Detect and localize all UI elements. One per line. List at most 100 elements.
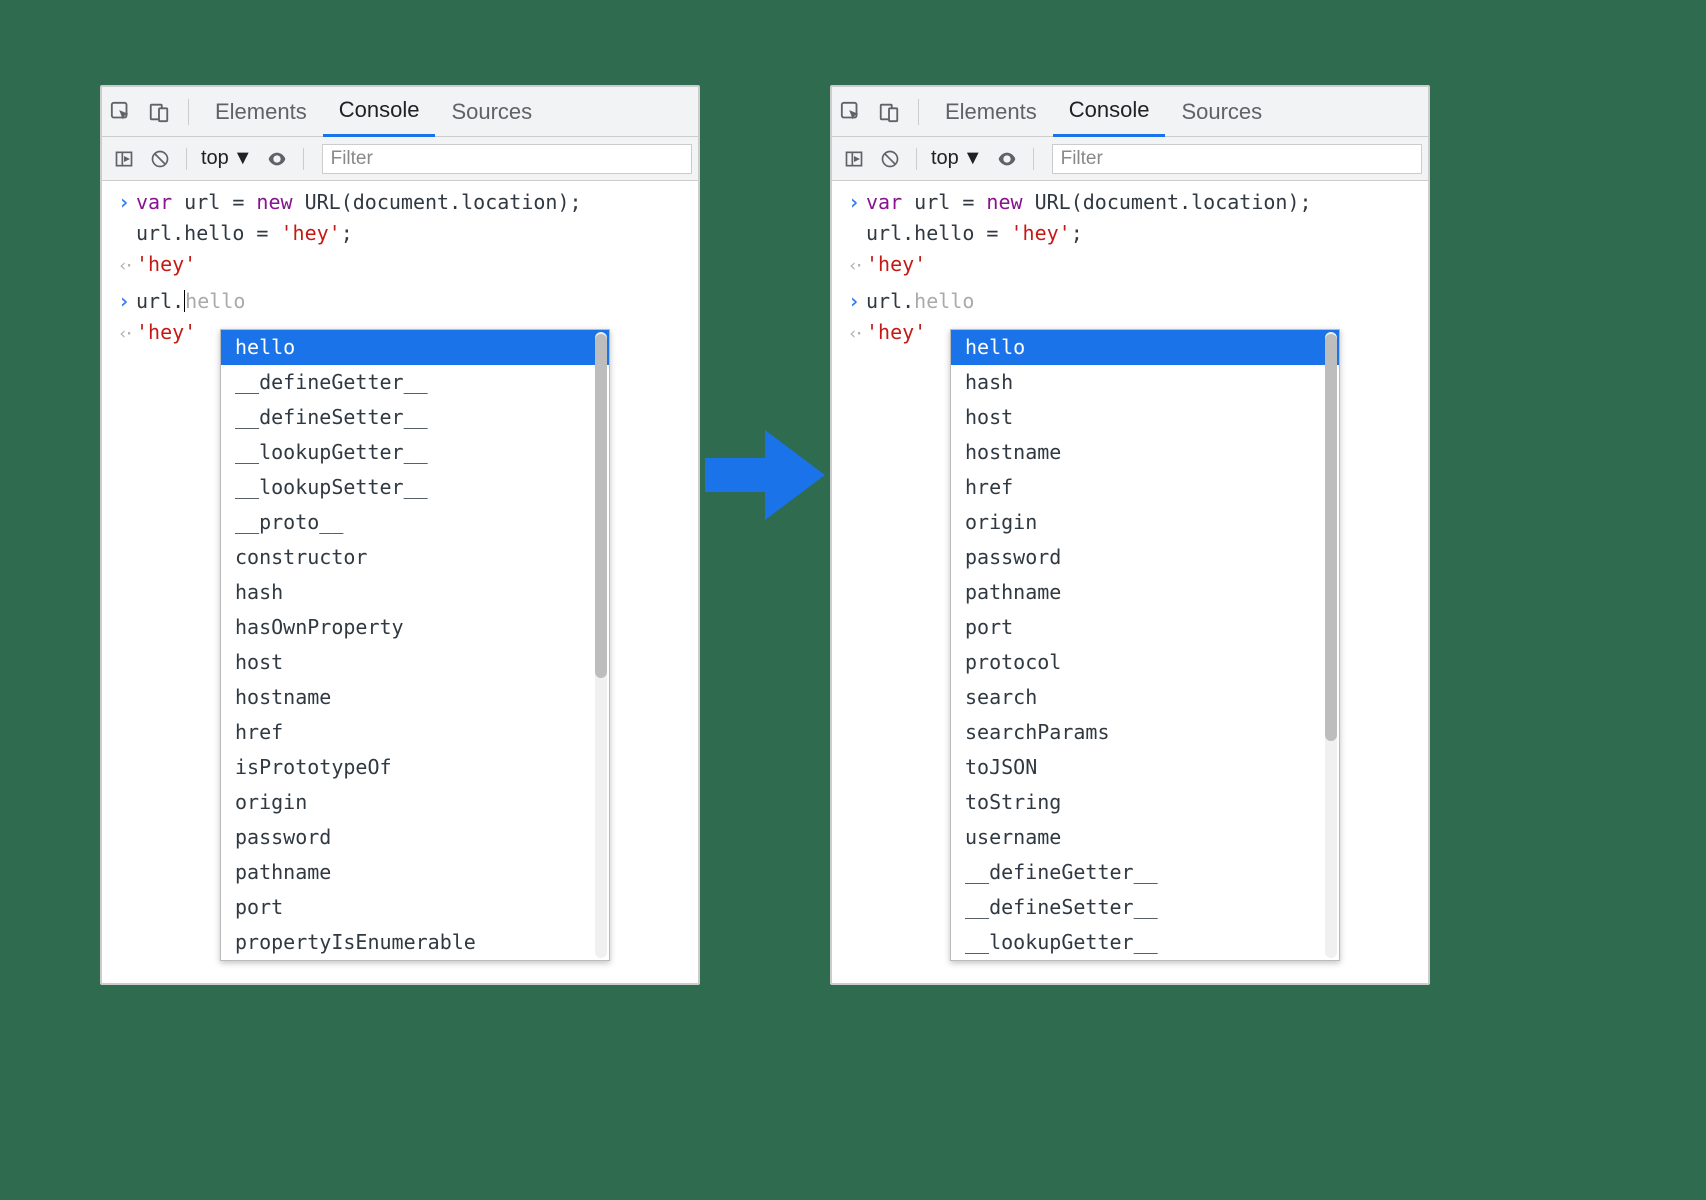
prompt-icon: [112, 286, 136, 317]
result-line: 'hey': [136, 317, 196, 348]
autocomplete-item[interactable]: port: [221, 890, 609, 925]
autocomplete-item[interactable]: hostname: [951, 435, 1339, 470]
devtools-window-left: Elements Console Sources top ▼ Filter: [100, 85, 700, 985]
autocomplete-item[interactable]: username: [951, 820, 1339, 855]
result-line: 'hey': [866, 249, 926, 280]
separator: [1033, 148, 1034, 170]
autocomplete-item[interactable]: href: [951, 470, 1339, 505]
autocomplete-item[interactable]: pathname: [951, 575, 1339, 610]
console-body[interactable]: var url = new URL(document.location); ur…: [102, 181, 698, 983]
autocomplete-item[interactable]: search: [951, 680, 1339, 715]
autocomplete-item[interactable]: password: [221, 820, 609, 855]
result-line: 'hey': [136, 249, 196, 280]
eye-icon[interactable]: [991, 143, 1023, 175]
tab-console[interactable]: Console: [323, 87, 436, 137]
gutter-blank: [842, 218, 866, 249]
devtools-window-right: Elements Console Sources top ▼ Filter: [830, 85, 1430, 985]
console-toolbar: top ▼ Filter: [832, 137, 1428, 181]
autocomplete-item[interactable]: hostname: [221, 680, 609, 715]
tab-sources[interactable]: Sources: [435, 87, 548, 137]
autocomplete-item[interactable]: hash: [221, 575, 609, 610]
prompt-line[interactable]: url.hello: [866, 286, 974, 317]
code-line: url.hello = 'hey';: [136, 218, 353, 249]
chevron-down-icon: ▼: [233, 147, 253, 170]
autocomplete-item[interactable]: pathname: [221, 855, 609, 890]
tab-elements[interactable]: Elements: [199, 87, 323, 137]
sidebar-toggle-icon[interactable]: [838, 143, 870, 175]
autocomplete-item[interactable]: toString: [951, 785, 1339, 820]
autocomplete-item[interactable]: __defineSetter__: [951, 890, 1339, 925]
autocomplete-item[interactable]: hash: [951, 365, 1339, 400]
clear-console-icon[interactable]: [874, 143, 906, 175]
autocomplete-item[interactable]: __lookupGetter__: [221, 435, 609, 470]
autocomplete-item[interactable]: host: [221, 645, 609, 680]
autocomplete-item[interactable]: href: [221, 715, 609, 750]
autocomplete-item[interactable]: toJSON: [951, 750, 1339, 785]
context-picker[interactable]: top ▼: [197, 147, 257, 170]
autocomplete-item[interactable]: hasOwnProperty: [221, 610, 609, 645]
result-icon: [112, 249, 136, 280]
scrollbar[interactable]: [595, 332, 607, 958]
autocomplete-item[interactable]: constructor: [221, 540, 609, 575]
autocomplete-item[interactable]: propertyIsEnumerable: [221, 925, 609, 960]
gutter-blank: [112, 218, 136, 249]
autocomplete-item[interactable]: __defineSetter__: [221, 400, 609, 435]
autocomplete-item[interactable]: searchParams: [951, 715, 1339, 750]
code-line: var url = new URL(document.location);: [866, 187, 1312, 218]
arrow-icon: [705, 430, 825, 520]
device-icon[interactable]: [870, 87, 908, 137]
autocomplete-item[interactable]: __lookupGetter__: [951, 925, 1339, 960]
tabstrip: Elements Console Sources: [832, 87, 1428, 137]
prompt-line[interactable]: url.hello: [136, 286, 245, 317]
autocomplete-item[interactable]: origin: [951, 505, 1339, 540]
eye-icon[interactable]: [261, 143, 293, 175]
separator: [918, 99, 919, 125]
scrollbar[interactable]: [1325, 332, 1337, 958]
prompt-icon: [112, 187, 136, 218]
inspect-icon[interactable]: [102, 87, 140, 137]
clear-console-icon[interactable]: [144, 143, 176, 175]
tab-sources[interactable]: Sources: [1165, 87, 1278, 137]
autocomplete-item[interactable]: __lookupSetter__: [221, 470, 609, 505]
tab-elements[interactable]: Elements: [929, 87, 1053, 137]
code-line: var url = new URL(document.location);: [136, 187, 582, 218]
autocomplete-item[interactable]: hello: [951, 330, 1339, 365]
separator: [188, 99, 189, 125]
autocomplete-popup[interactable]: hellohashhosthostnamehreforiginpasswordp…: [950, 329, 1340, 961]
autocomplete-item[interactable]: password: [951, 540, 1339, 575]
autocomplete-item[interactable]: origin: [221, 785, 609, 820]
autocomplete-item[interactable]: protocol: [951, 645, 1339, 680]
separator: [916, 148, 917, 170]
context-label: top: [931, 147, 959, 170]
autocomplete-item[interactable]: __proto__: [221, 505, 609, 540]
autocomplete-item[interactable]: hello: [221, 330, 609, 365]
code-line: url.hello = 'hey';: [866, 218, 1083, 249]
autocomplete-popup[interactable]: hello__defineGetter____defineSetter____l…: [220, 329, 610, 961]
console-body[interactable]: var url = new URL(document.location); ur…: [832, 181, 1428, 983]
autocomplete-item[interactable]: __defineGetter__: [221, 365, 609, 400]
console-toolbar: top ▼ Filter: [102, 137, 698, 181]
sidebar-toggle-icon[interactable]: [108, 143, 140, 175]
inspect-icon[interactable]: [832, 87, 870, 137]
chevron-down-icon: ▼: [963, 147, 983, 170]
result-icon: [842, 249, 866, 280]
result-line: 'hey': [866, 317, 926, 348]
prompt-icon: [842, 286, 866, 317]
filter-input[interactable]: Filter: [322, 144, 692, 174]
device-icon[interactable]: [140, 87, 178, 137]
result-icon: [842, 317, 866, 348]
autocomplete-item[interactable]: host: [951, 400, 1339, 435]
separator: [303, 148, 304, 170]
autocomplete-item[interactable]: __defineGetter__: [951, 855, 1339, 890]
tab-console[interactable]: Console: [1053, 87, 1166, 137]
prompt-icon: [842, 187, 866, 218]
autocomplete-item[interactable]: isPrototypeOf: [221, 750, 609, 785]
separator: [186, 148, 187, 170]
tabstrip: Elements Console Sources: [102, 87, 698, 137]
autocomplete-item[interactable]: port: [951, 610, 1339, 645]
filter-input[interactable]: Filter: [1052, 144, 1422, 174]
context-picker[interactable]: top ▼: [927, 147, 987, 170]
context-label: top: [201, 147, 229, 170]
scroll-thumb[interactable]: [1325, 334, 1337, 741]
scroll-thumb[interactable]: [595, 334, 607, 678]
